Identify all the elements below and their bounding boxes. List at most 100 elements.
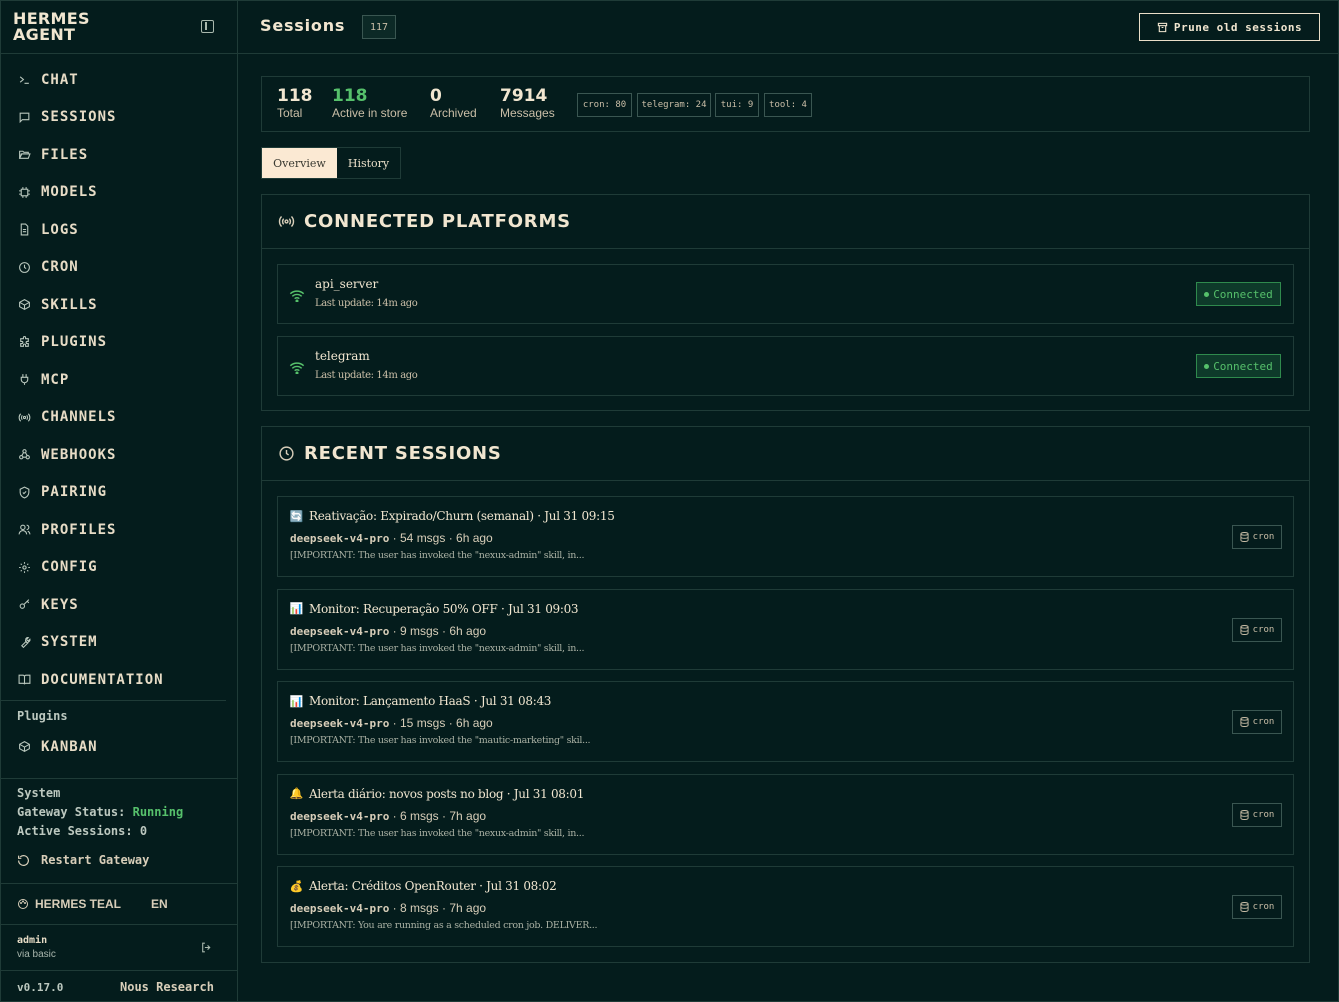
stat-active-in-store: 118 Active in store [332, 86, 407, 120]
stat-label: Total [277, 106, 303, 120]
plugins-heading: Plugins [17, 709, 68, 723]
users-icon [17, 523, 31, 537]
session-source-button[interactable]: cron [1232, 895, 1282, 919]
sidebar-item-channels[interactable]: CHANNELS [0, 399, 238, 437]
page-title: Sessions [260, 16, 346, 35]
session-source-label: cron [1252, 902, 1275, 912]
sidebar-item-logs[interactable]: LOGS [0, 211, 238, 249]
logout-icon[interactable] [200, 941, 213, 954]
folder-open-icon [17, 148, 31, 162]
sidebar-item-config[interactable]: CONFIG [0, 549, 238, 587]
clock-icon [17, 260, 31, 274]
session-source-button[interactable]: cron [1232, 802, 1282, 827]
system-status: System Gateway Status: Running Active Se… [17, 784, 183, 841]
session-model: deepseek-v4-pro [290, 624, 390, 638]
stat-value: 118 [277, 86, 313, 106]
sidebar-item-profiles[interactable]: PROFILES [0, 511, 238, 549]
session-source-label: cron [1252, 624, 1275, 635]
platform-card-telegram: telegram Last update: 14m ago Connected [277, 336, 1294, 396]
panel-header: CONNECTED PLATFORMS [262, 195, 1309, 249]
sidebar-item-label: DOCUMENTATION [41, 671, 164, 688]
session-card[interactable]: 🔄 Reativação: Expirado/Churn (semanal) · … [277, 496, 1294, 577]
language-selector[interactable]: EN [151, 897, 168, 911]
connected-platforms-panel: CONNECTED PLATFORMS api_server Last updat… [261, 194, 1310, 411]
session-card[interactable]: 🔔 Alerta diário: novos posts no blog · Ju… [277, 773, 1294, 855]
sidebar-item-label: CONFIG [41, 559, 98, 576]
stats-bar: 118 Total 118 Active in store 0 Archived 7914 M… [261, 76, 1310, 132]
session-meta: deepseek-v4-pro · 54 msgs · 6h ago [290, 531, 493, 545]
prune-sessions-button[interactable]: Prune old sessions [1139, 13, 1320, 41]
brand-logo[interactable]: HERMES AGENT [13, 11, 133, 43]
database-icon [1240, 717, 1253, 727]
package-icon [17, 298, 31, 312]
sidebar-item-pairing[interactable]: PAIRING [0, 474, 238, 512]
sidebar-item-sessions[interactable]: SESSIONS [0, 99, 238, 137]
sidebar-item-skills[interactable]: SKILLS [0, 286, 238, 324]
sidebar-item-kanban[interactable]: KANBAN [0, 728, 238, 766]
session-stats: · 6 msgs · 7h ago [389, 808, 487, 823]
org-name: Nous Research [120, 980, 214, 994]
user-name: admin [17, 935, 48, 946]
collapse-sidebar-icon[interactable] [201, 20, 214, 33]
user-info: admin via basic [17, 935, 56, 960]
session-card[interactable]: 💰 Alerta: Créditos OpenRouter · Jul 31 08… [277, 866, 1294, 947]
session-source-button[interactable]: cron [1232, 710, 1282, 734]
gateway-status: Gateway Status: Running [17, 803, 183, 822]
platform-last-update: Last update: 14m ago [315, 298, 418, 309]
theme-row: HERMES TEAL EN [0, 883, 238, 925]
user-auth: via basic [17, 949, 56, 960]
webhook-icon [17, 448, 31, 462]
sidebar-item-models[interactable]: MODELS [0, 174, 238, 212]
palette-icon [18, 899, 28, 909]
stat-value: 118 [332, 86, 368, 106]
session-count-badge: 117 [362, 15, 396, 39]
session-source-button[interactable]: cron [1232, 525, 1282, 549]
session-title: Monitor: Recuperação 50% OFF · Jul 31 09… [309, 601, 579, 616]
refresh-icon [18, 854, 29, 866]
sidebar-item-files[interactable]: FILES [0, 136, 238, 174]
sidebar-item-plugins[interactable]: PLUGINS [0, 324, 238, 362]
stat-total: 118 Total [277, 86, 313, 120]
divider [0, 970, 238, 971]
source-chip: tool: 4 [764, 93, 812, 117]
tab-overview[interactable]: Overview [262, 148, 337, 178]
session-emoji-icon: 💰 [289, 879, 304, 893]
session-snippet: [IMPORTANT: The user has invoked the "ne… [290, 827, 585, 839]
sidebar-item-documentation[interactable]: DOCUMENTATION [0, 661, 238, 699]
panel-header: RECENT SESSIONS [262, 427, 1309, 481]
session-source-button[interactable]: cron [1232, 617, 1282, 642]
version: v0.17.0 [17, 981, 64, 994]
sidebar-item-cron[interactable]: CRON [0, 249, 238, 287]
restart-gateway-button[interactable]: Restart Gateway [17, 853, 149, 867]
archive-icon [1157, 22, 1168, 32]
sidebar-item-webhooks[interactable]: WEBHOOKS [0, 436, 238, 474]
source-chip: telegram: 24 [637, 93, 711, 117]
wifi-icon [289, 359, 305, 375]
session-model: deepseek-v4-pro [290, 532, 390, 545]
active-sessions-label: Active Sessions: [17, 824, 133, 838]
plug-icon [17, 373, 31, 387]
session-card[interactable]: 📊 Monitor: Recuperação 50% OFF · Jul 31 0… [277, 588, 1294, 670]
session-emoji-icon: 📊 [289, 694, 304, 708]
terminal-icon [17, 73, 31, 87]
session-card[interactable]: 📊 Monitor: Lançamento HaaS · Jul 31 08:43… [277, 681, 1294, 762]
session-model: deepseek-v4-pro [290, 809, 390, 823]
sidebar-item-label: MODELS [41, 184, 98, 201]
sidebar-item-label: LOGS [41, 221, 79, 238]
sidebar-item-mcp[interactable]: MCP [0, 361, 238, 399]
sidebar-item-label: KANBAN [41, 738, 98, 755]
sidebar-item-keys[interactable]: KEYS [0, 586, 238, 624]
session-snippet: [IMPORTANT: The user has invoked the "ma… [290, 735, 591, 746]
message-square-icon [17, 110, 31, 124]
theme-selector[interactable]: HERMES TEAL [35, 897, 121, 911]
active-sessions: Active Sessions: 0 [17, 822, 183, 841]
sidebar-item-label: CHANNELS [41, 409, 117, 426]
sidebar-item-kanban-row[interactable]: KANBAN [0, 728, 238, 766]
session-stats: · 8 msgs · 7h ago [389, 901, 487, 915]
sidebar-item-system[interactable]: SYSTEM [0, 624, 238, 662]
sidebar-item-chat[interactable]: CHAT [0, 61, 238, 99]
tab-history[interactable]: History [337, 148, 400, 178]
session-title-row: 📊 Monitor: Recuperação 50% OFF · Jul 31 0… [290, 601, 579, 616]
session-model: deepseek-v4-pro [290, 717, 390, 730]
session-meta: deepseek-v4-pro · 6 msgs · 7h ago [290, 809, 486, 823]
